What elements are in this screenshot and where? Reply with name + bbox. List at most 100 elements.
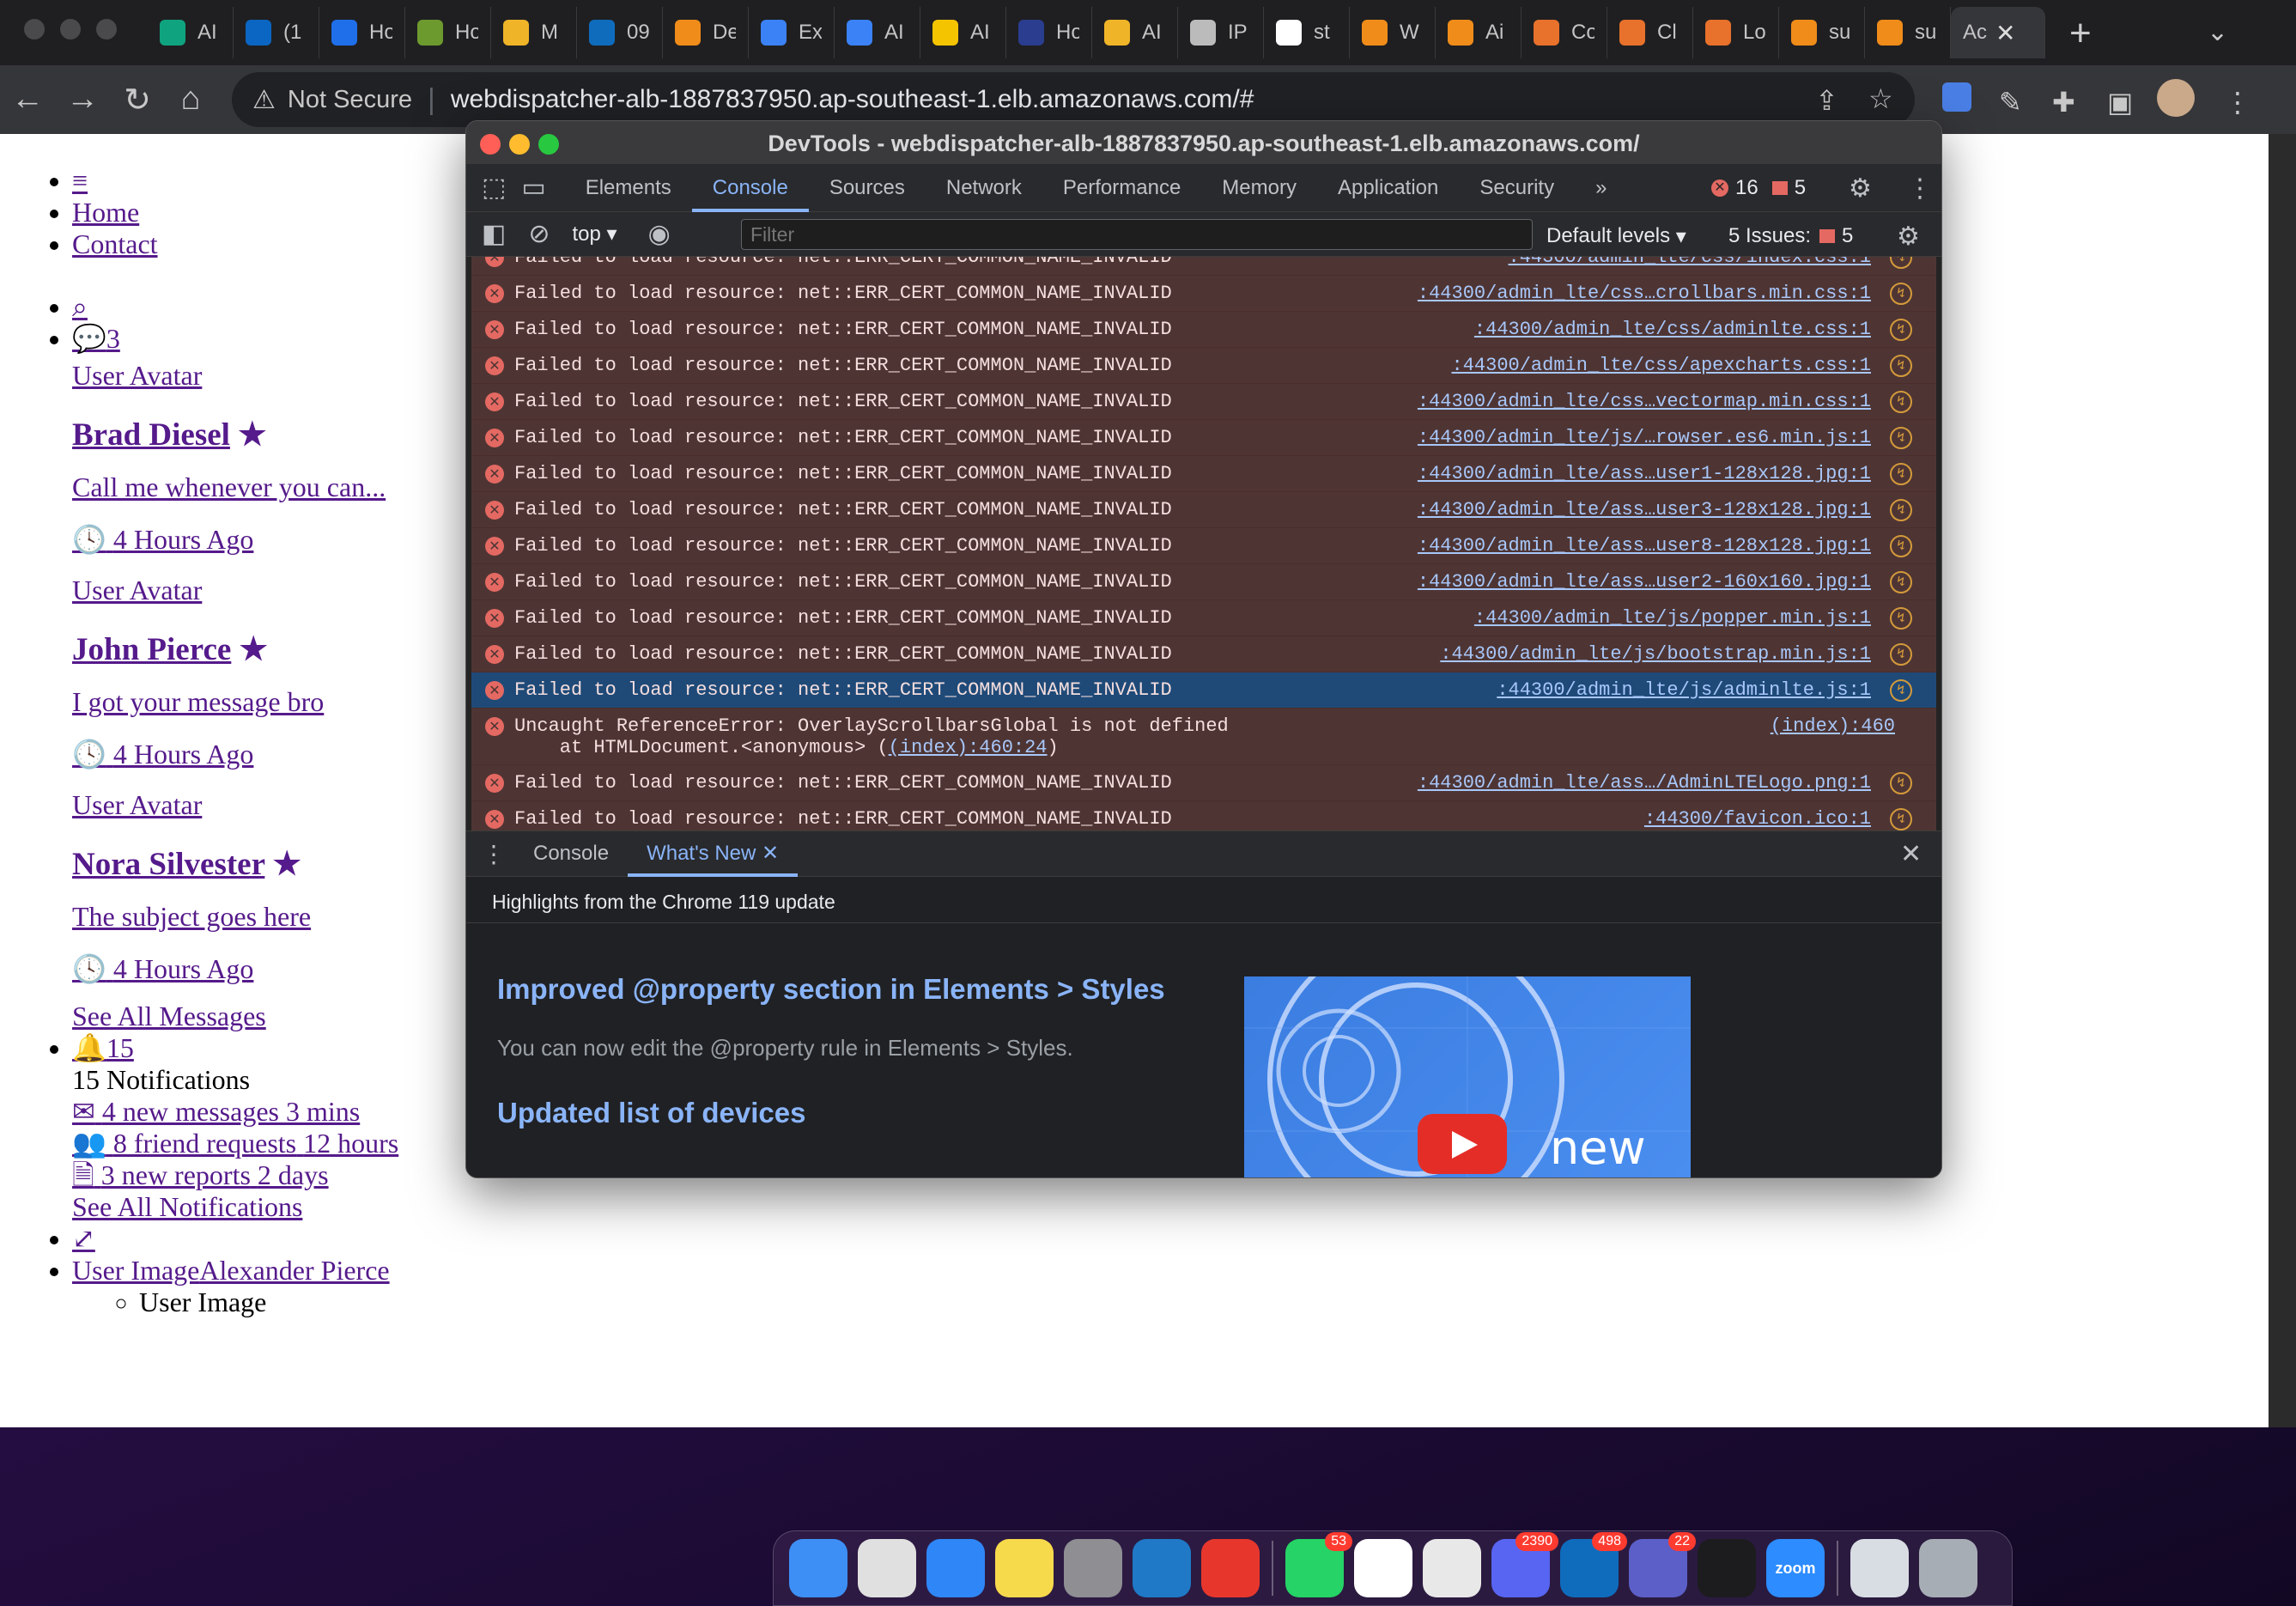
dock-app-notion-icon[interactable] (1354, 1539, 1412, 1597)
context-selector[interactable]: top ▾ (573, 222, 617, 246)
dock-app-preview-icon[interactable] (1850, 1539, 1909, 1597)
message-preview[interactable]: The subject goes here (72, 901, 311, 932)
browser-tab[interactable]: Co (1522, 7, 1607, 58)
sidebar-toggle-icon[interactable]: ≡ (72, 165, 88, 196)
network-request-icon[interactable]: ↯ (1890, 771, 1912, 794)
sidebar-toggle-icon[interactable]: ◧ (482, 219, 506, 249)
forward-arrow-icon[interactable]: → (64, 81, 101, 118)
side-panel-icon[interactable]: ▣ (2107, 86, 2133, 119)
dock-app-zoom-icon[interactable]: zoom (1766, 1539, 1825, 1597)
dock-app-terminal-icon[interactable] (1698, 1539, 1756, 1597)
issues-button[interactable]: 5 Issues: 5 (1728, 212, 1853, 260)
settings-gear-icon[interactable]: ⚙ (1849, 164, 1872, 212)
dock-app-finder-icon[interactable] (789, 1539, 847, 1597)
browser-tab[interactable]: Ho (319, 7, 405, 58)
window-zoom-button[interactable] (96, 19, 117, 40)
network-request-icon[interactable]: ↯ (1890, 807, 1912, 830)
source-link[interactable]: :44300/admin_lte/js/popper.min.js:1 (1474, 607, 1871, 629)
source-link[interactable]: :44300/admin_lte/css…vectormap.min.css:1 (1418, 391, 1871, 412)
browser-tab[interactable]: 09 (577, 7, 663, 58)
device-toolbar-icon[interactable]: ▭ (521, 173, 545, 203)
search-icon[interactable]: ⌕ (72, 291, 88, 322)
network-request-icon[interactable]: ↯ (1890, 678, 1912, 702)
not-secure-label[interactable]: Not Secure (288, 86, 412, 114)
network-request-icon[interactable]: ↯ (1890, 282, 1912, 305)
message-time-link[interactable]: 🕓 4 Hours Ago (72, 524, 253, 555)
whats-new-heading-2[interactable]: Updated list of devices (497, 1097, 805, 1129)
more-panels-button[interactable]: » (1575, 164, 1627, 212)
share-icon[interactable]: ⇪ (1815, 84, 1838, 117)
message-time-link[interactable]: 🕓 4 Hours Ago (72, 953, 253, 984)
message-preview[interactable]: Call me whenever you can... (72, 471, 386, 502)
clear-console-icon[interactable]: ⊘ (528, 219, 550, 249)
panel-tab-sources[interactable]: Sources (809, 164, 926, 212)
network-request-icon[interactable]: ↯ (1890, 570, 1912, 593)
source-link[interactable]: :44300/admin_lte/ass…/AdminLTELogo.png:1 (1418, 772, 1871, 794)
source-link[interactable]: :44300/admin_lte/ass…user2-160x160.jpg:1 (1418, 571, 1871, 593)
profile-avatar[interactable] (2157, 79, 2195, 117)
dock-app-teams-icon[interactable]: 22 (1629, 1532, 1696, 1597)
dock-app-screen-recorder-icon[interactable] (1201, 1539, 1260, 1597)
browser-tab[interactable]: Lo (1693, 7, 1779, 58)
network-request-icon[interactable]: ↯ (1890, 354, 1912, 377)
console-error-row[interactable]: ✕ Failed to load resource: net::ERR_CERT_… (471, 276, 1936, 312)
inspect-element-icon[interactable]: ⬚ (482, 173, 506, 203)
dock-app-launchpad-icon[interactable] (858, 1539, 916, 1597)
close-drawer-icon[interactable]: ✕ (1900, 839, 1922, 869)
console-settings-gear-icon[interactable]: ⚙ (1897, 212, 1920, 260)
panel-tab-network[interactable]: Network (926, 164, 1042, 212)
panel-tab-application[interactable]: Application (1317, 164, 1459, 212)
pen-extension-icon[interactable]: ✎ (1999, 86, 2022, 119)
console-error-row[interactable]: ✕ Failed to load resource: net::ERR_CERT_… (471, 384, 1936, 420)
dock-app-whatsapp-icon[interactable]: 53 (1285, 1532, 1352, 1597)
panel-tab-security[interactable]: Security (1459, 164, 1575, 212)
stack-location-link[interactable]: (index):460:24 (889, 737, 1048, 758)
console-error-row[interactable]: ✕ Failed to load resource: net::ERR_CERT_… (471, 528, 1936, 564)
console-error-row[interactable]: ✕ Failed to load resource: net::ERR_CERT_… (471, 348, 1936, 384)
source-link[interactable]: :44300/favicon.ico:1 (1644, 808, 1871, 830)
dock-app-notes-icon[interactable] (995, 1539, 1054, 1597)
translate-extension-icon[interactable] (1942, 82, 1971, 112)
network-request-icon[interactable]: ↯ (1890, 498, 1912, 521)
browser-tab[interactable]: AI (148, 7, 234, 58)
log-levels-dropdown[interactable]: Default levels ▾ (1546, 212, 1686, 260)
user-avatar-broken[interactable]: User Avatar (72, 789, 202, 820)
url-text[interactable]: webdispatcher-alb-1887837950.ap-southeas… (451, 85, 1254, 114)
console-error-row[interactable]: ✕ Failed to load resource: net::ERR_CERT_… (471, 564, 1936, 600)
console-error-row[interactable]: ✕ Failed to load resource: net::ERR_CERT_… (471, 801, 1936, 830)
console-error-row[interactable]: ✕ Failed to load resource: net::ERR_CERT_… (471, 765, 1936, 801)
source-link[interactable]: :44300/admin_lte/js/adminlte.js:1 (1497, 679, 1871, 701)
panel-tab-elements[interactable]: Elements (565, 164, 692, 212)
drawer-tab-console[interactable]: Console (514, 830, 628, 877)
browser-tab[interactable]: Ho (1006, 7, 1092, 58)
live-expression-eye-icon[interactable]: ◉ (648, 219, 671, 249)
whats-new-video-thumbnail[interactable]: new (1244, 976, 1691, 1177)
window-minimize-button[interactable] (60, 19, 81, 40)
panel-tab-performance[interactable]: Performance (1042, 164, 1201, 212)
messages-dropdown-toggle[interactable]: 💬3 (72, 323, 120, 354)
devtools-menu-icon[interactable]: ⋮ (1907, 164, 1933, 212)
address-bar[interactable]: ⚠ Not Secure | webdispatcher-alb-1887837… (232, 72, 1915, 127)
chrome-menu-icon[interactable]: ⋮ (2224, 86, 2251, 119)
user-avatar-broken[interactable]: User Avatar (72, 575, 202, 605)
user-menu-toggle[interactable]: User ImageAlexander Pierce (72, 1255, 390, 1286)
browser-tab[interactable]: Cl (1607, 7, 1693, 58)
console-error-row[interactable]: ✕ Failed to load resource: net::ERR_CERT_… (471, 312, 1936, 348)
source-link[interactable]: (index):460 (1771, 715, 1895, 737)
fullscreen-icon[interactable]: ⤢ (72, 1223, 95, 1254)
youtube-play-icon[interactable] (1418, 1114, 1507, 1174)
extensions-puzzle-icon[interactable]: ✚ (2052, 86, 2075, 119)
console-error-row[interactable]: ✕ Failed to load resource: net::ERR_CERT_… (471, 672, 1936, 709)
see-all-notifications-link[interactable]: See All Notifications (72, 1191, 2269, 1223)
source-link[interactable]: :44300/admin_lte/js/bootstrap.min.js:1 (1440, 643, 1871, 665)
console-error-row[interactable]: ✕ Failed to load resource: net::ERR_CERT_… (471, 600, 1936, 636)
tab-search-chevron-icon[interactable]: ⌄ (2207, 17, 2228, 47)
browser-tab[interactable]: (1 (234, 7, 319, 58)
network-request-icon[interactable]: ↯ (1890, 642, 1912, 666)
source-link[interactable]: :44300/admin_lte/css/adminlte.css:1 (1474, 319, 1871, 340)
network-request-icon[interactable]: ↯ (1890, 390, 1912, 413)
network-request-icon[interactable]: ↯ (1890, 257, 1912, 269)
source-link[interactable]: :44300/admin_lte/css/index.css:1 (1509, 257, 1871, 268)
console-error-row[interactable]: ✕ Failed to load resource: net::ERR_CERT_… (471, 420, 1936, 456)
dock-app-trash-icon[interactable] (1919, 1539, 1977, 1597)
